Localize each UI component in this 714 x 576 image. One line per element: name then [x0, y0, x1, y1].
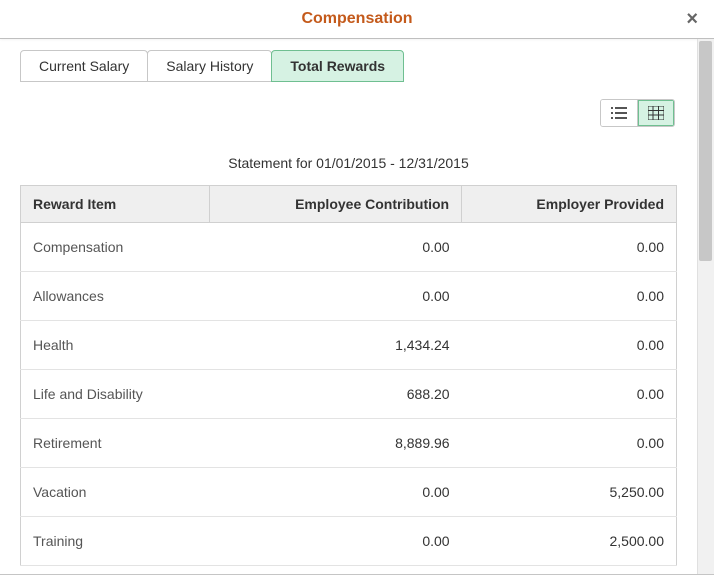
cell-reward-item: Compensation: [21, 223, 210, 272]
cell-employee-contribution: 0.00: [210, 468, 462, 517]
cell-employee-contribution: 0.00: [210, 223, 462, 272]
view-toggle: [600, 99, 675, 127]
cell-reward-item: Vacation: [21, 468, 210, 517]
content-area: Current Salary Salary History Total Rewa…: [0, 39, 697, 574]
col-employee-contribution: Employee Contribution: [210, 186, 462, 223]
grid-view-button[interactable]: [637, 100, 674, 126]
cell-employer-provided: 2,500.00: [462, 517, 677, 566]
cell-employee-contribution: 0.00: [210, 272, 462, 321]
bottom-divider: [0, 574, 714, 575]
table-header-row: Reward Item Employee Contribution Employ…: [21, 186, 677, 223]
modal-title: Compensation: [301, 10, 412, 27]
table-row: Retirement8,889.960.00: [21, 419, 677, 468]
cell-reward-item: Training: [21, 517, 210, 566]
cell-employee-contribution: 8,889.96: [210, 419, 462, 468]
cell-employer-provided: 0.00: [462, 370, 677, 419]
scrollbar[interactable]: [697, 39, 714, 574]
close-icon[interactable]: ×: [680, 0, 704, 38]
cell-employee-contribution: 1,434.24: [210, 321, 462, 370]
cell-reward-item: Retirement: [21, 419, 210, 468]
cell-employer-provided: 5,250.00: [462, 468, 677, 517]
cell-employer-provided: 0.00: [462, 419, 677, 468]
tab-label: Current Salary: [39, 58, 129, 74]
cell-employer-provided: 0.00: [462, 223, 677, 272]
table-row: Health1,434.240.00: [21, 321, 677, 370]
tab-salary-history[interactable]: Salary History: [147, 50, 272, 82]
modal-header: Compensation ×: [0, 0, 714, 39]
table-row: Life and Disability688.200.00: [21, 370, 677, 419]
list-view-button[interactable]: [601, 100, 637, 126]
tab-current-salary[interactable]: Current Salary: [20, 50, 148, 82]
table-row: Training0.002,500.00: [21, 517, 677, 566]
table-row: Compensation0.000.00: [21, 223, 677, 272]
tab-label: Salary History: [166, 58, 253, 74]
cell-employee-contribution: 688.20: [210, 370, 462, 419]
cell-employer-provided: 0.00: [462, 272, 677, 321]
statement-label: Statement for 01/01/2015 - 12/31/2015: [20, 155, 677, 171]
tab-total-rewards[interactable]: Total Rewards: [271, 50, 404, 82]
table-row: Allowances0.000.00: [21, 272, 677, 321]
tab-label: Total Rewards: [290, 58, 385, 74]
cell-reward-item: Allowances: [21, 272, 210, 321]
col-employer-provided: Employer Provided: [462, 186, 677, 223]
scrollbar-thumb[interactable]: [699, 41, 712, 261]
table-row: Vacation0.005,250.00: [21, 468, 677, 517]
grid-icon: [648, 106, 664, 120]
cell-employee-contribution: 0.00: [210, 517, 462, 566]
cell-reward-item: Health: [21, 321, 210, 370]
col-reward-item: Reward Item: [21, 186, 210, 223]
tabs: Current Salary Salary History Total Rewa…: [20, 49, 677, 81]
rewards-table: Reward Item Employee Contribution Employ…: [20, 185, 677, 566]
list-icon: [611, 106, 627, 120]
cell-employer-provided: 0.00: [462, 321, 677, 370]
cell-reward-item: Life and Disability: [21, 370, 210, 419]
